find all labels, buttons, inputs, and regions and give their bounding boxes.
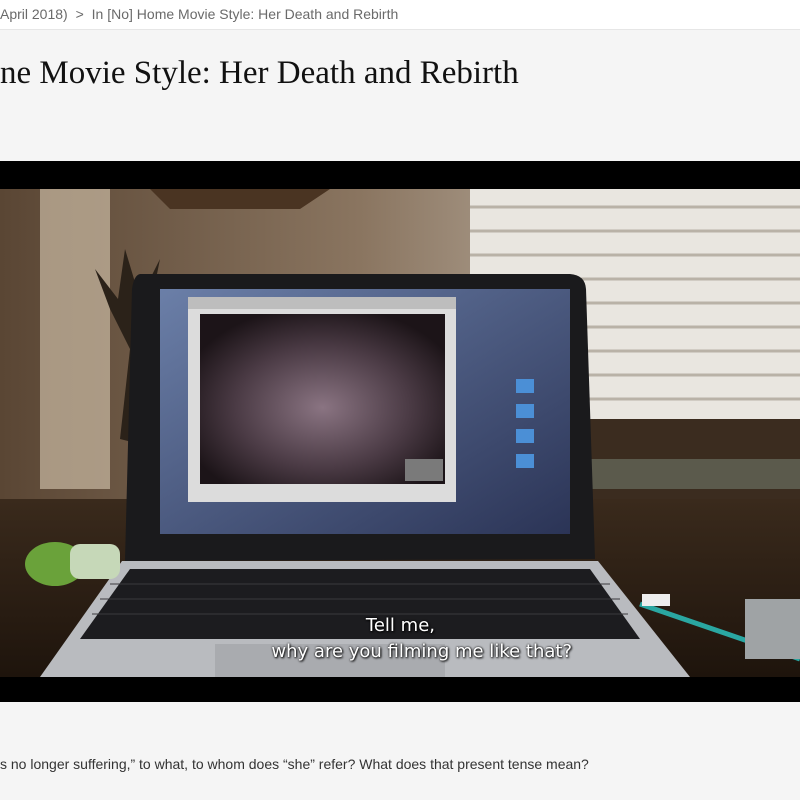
breadcrumb: April 2018) > In [No] Home Movie Style: … <box>0 0 800 30</box>
video-subtitle-line-1: Tell me, <box>365 615 435 636</box>
video-still: Tell me, why are you filming me like tha… <box>0 189 800 677</box>
breadcrumb-separator: > <box>75 6 84 22</box>
page-title: ne Movie Style: Her Death and Rebirth <box>0 55 519 91</box>
breadcrumb-parent-link[interactable]: April 2018) <box>0 6 68 22</box>
video-scene <box>0 189 800 677</box>
video-subtitle-line-2: why are you filming me like that? <box>271 641 572 662</box>
article-paragraph: s no longer suffering,” to what, to whom… <box>0 756 589 772</box>
video-player[interactable]: Tell me, why are you filming me like tha… <box>0 161 800 702</box>
breadcrumb-current: In [No] Home Movie Style: Her Death and … <box>91 6 399 22</box>
